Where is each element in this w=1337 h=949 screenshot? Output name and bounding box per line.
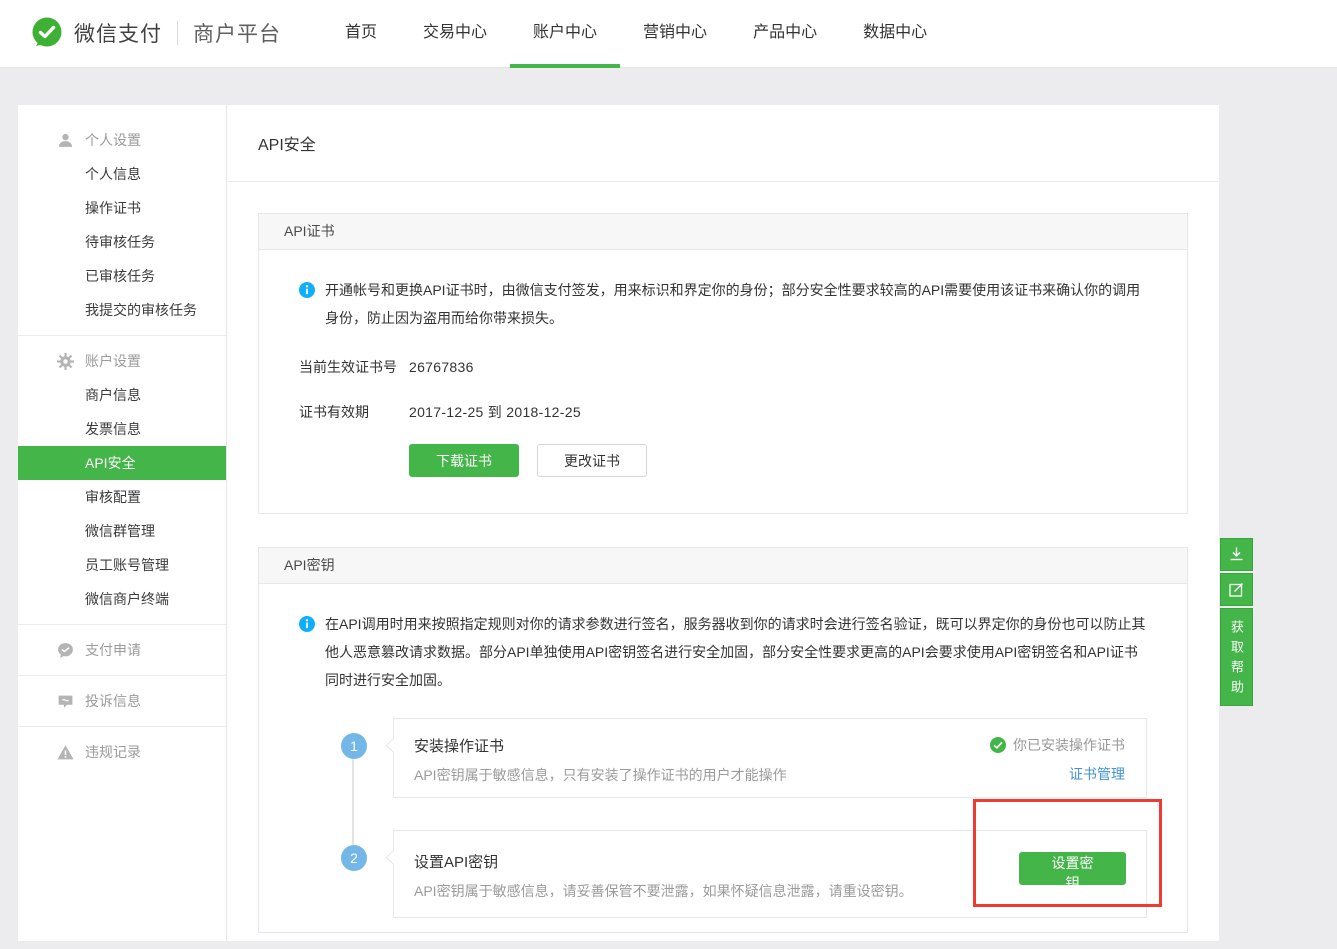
step-row-set-api-key: 2 设置API密钥 API密钥属于敏感信息，请妥善保管不要泄露，如果怀疑信息泄露… (299, 830, 1147, 918)
top-bar: 微信支付 商户平台 首页 交易中心 账户中心 营销中心 产品中心 数据中心 (0, 0, 1337, 68)
api-key-info-row: 在API调用时用来按照指定规则对你的请求参数进行签名，服务器收到你的请求时会进行… (299, 610, 1147, 694)
sidebar-section-account-settings: 账户设置 (18, 344, 226, 378)
sidebar-item-my-submitted-tasks[interactable]: 我提交的审核任务 (18, 293, 226, 327)
main-nav: 首页 交易中心 账户中心 营销中心 产品中心 数据中心 (322, 0, 950, 68)
nav-transaction-center[interactable]: 交易中心 (400, 0, 510, 68)
sidebar-section-label: 账户设置 (85, 351, 141, 371)
step-2-badge: 2 (341, 845, 367, 871)
change-certificate-button[interactable]: 更改证书 (537, 444, 647, 477)
step-1-badge: 1 (341, 733, 367, 759)
sidebar: 个人设置 个人信息 操作证书 待审核任务 已审核任务 我提交的审核任务 账户设置… (18, 105, 227, 941)
nav-marketing-center[interactable]: 营销中心 (620, 0, 730, 68)
info-icon (299, 616, 315, 632)
info-icon (299, 282, 315, 298)
api-key-info-text: 在API调用时用来按照指定规则对你的请求参数进行签名，服务器收到你的请求时会进行… (325, 610, 1147, 694)
sidebar-section-violation-record[interactable]: 违规记录 (18, 735, 226, 769)
api-key-panel-body: 在API调用时用来按照指定规则对你的请求参数进行签名，服务器收到你的请求时会进行… (259, 584, 1187, 932)
wechat-bubble-check-icon (57, 642, 74, 659)
download-icon (1228, 546, 1245, 563)
float-download-button[interactable] (1220, 538, 1253, 571)
brand-name: 微信支付 (74, 18, 162, 48)
step-1-box: 安装操作证书 API密钥属于敏感信息，只有安装了操作证书的用户才能操作 你已安装… (393, 718, 1147, 798)
certificate-number-label: 当前生效证书号 (299, 357, 409, 377)
sidebar-item-review-config[interactable]: 审核配置 (18, 480, 226, 514)
main-content: API安全 API证书 开通帐号和更换API证书时，由微信支付签发，用来标识和界… (228, 105, 1219, 941)
set-api-key-button[interactable]: 设置密钥 (1019, 852, 1126, 885)
certificate-number-row: 当前生效证书号 26767836 (299, 357, 1147, 377)
sidebar-item-wechat-group[interactable]: 微信群管理 (18, 514, 226, 548)
api-key-steps: 1 安装操作证书 API密钥属于敏感信息，只有安装了操作证书的用户才能操作 (299, 718, 1147, 918)
step-1-status-line: 你已安装操作证书 (990, 735, 1125, 755)
sidebar-item-staff-account[interactable]: 员工账号管理 (18, 548, 226, 582)
sidebar-item-merchant-info[interactable]: 商户信息 (18, 378, 226, 412)
sidebar-section-complaint-info[interactable]: 投诉信息 (18, 684, 226, 718)
sidebar-divider (18, 726, 226, 727)
brand-platform: 商户平台 (193, 18, 281, 48)
nav-account-center[interactable]: 账户中心 (510, 0, 620, 68)
check-circle-icon (990, 737, 1006, 753)
sidebar-section-payment-application[interactable]: 支付申请 (18, 633, 226, 667)
step-1-status-area: 你已安装操作证书 证书管理 (990, 735, 1125, 784)
sidebar-divider (18, 675, 226, 676)
step-row-install-cert: 1 安装操作证书 API密钥属于敏感信息，只有安装了操作证书的用户才能操作 (299, 718, 1147, 798)
download-certificate-button[interactable]: 下载证书 (409, 444, 519, 477)
step-2-box: 设置API密钥 API密钥属于敏感信息，请妥善保管不要泄露，如果怀疑信息泄露，请… (393, 830, 1147, 918)
certificate-management-link[interactable]: 证书管理 (1069, 764, 1125, 784)
sidebar-section-label: 个人设置 (85, 130, 141, 150)
wechat-pay-logo-icon (30, 16, 64, 50)
brand-logo[interactable]: 微信支付 商户平台 (30, 16, 281, 50)
certificate-number-value: 26767836 (409, 359, 474, 375)
comment-icon (57, 693, 74, 710)
page-title-row: API安全 (228, 105, 1219, 182)
api-key-panel: API密钥 在API调用时用来按照指定规则对你的请求参数进行签名，服务器收到你的… (258, 547, 1188, 933)
sidebar-item-api-security[interactable]: API安全 (18, 446, 226, 480)
sidebar-item-operation-cert[interactable]: 操作证书 (18, 191, 226, 225)
certificate-buttons-row: 下载证书 更改证书 (409, 444, 1147, 477)
gear-icon (57, 353, 74, 370)
api-key-panel-title: API密钥 (284, 557, 335, 573)
nav-home[interactable]: 首页 (322, 0, 400, 68)
content-container: 个人设置 个人信息 操作证书 待审核任务 已审核任务 我提交的审核任务 账户设置… (18, 105, 1219, 941)
sidebar-section-label: 投诉信息 (85, 691, 141, 711)
api-certificate-panel-title: API证书 (284, 223, 335, 239)
sidebar-item-pending-tasks[interactable]: 待审核任务 (18, 225, 226, 259)
sidebar-section-personal-settings: 个人设置 (18, 123, 226, 157)
sidebar-item-reviewed-tasks[interactable]: 已审核任务 (18, 259, 226, 293)
sidebar-divider (18, 335, 226, 336)
certificate-info-row: 开通帐号和更换API证书时，由微信支付签发，用来标识和界定你的身份；部分安全性要… (299, 276, 1147, 332)
nav-product-center[interactable]: 产品中心 (730, 0, 840, 68)
warning-triangle-icon (57, 744, 74, 761)
api-key-panel-header: API密钥 (259, 548, 1187, 584)
api-certificate-panel: API证书 开通帐号和更换API证书时，由微信支付签发，用来标识和界定你的身份；… (258, 213, 1188, 514)
step-1-status-text: 你已安装操作证书 (1013, 735, 1125, 755)
logo-divider (177, 21, 178, 45)
certificate-info-text: 开通帐号和更换API证书时，由微信支付签发，用来标识和界定你的身份；部分安全性要… (325, 276, 1147, 332)
certificate-validity-label: 证书有效期 (299, 402, 409, 422)
sidebar-divider (18, 624, 226, 625)
user-icon (57, 132, 74, 149)
page-title: API安全 (258, 131, 316, 155)
certificate-validity-value: 2017-12-25 到 2018-12-25 (409, 402, 581, 422)
sidebar-section-label: 支付申请 (85, 640, 141, 660)
get-help-label: 获取帮助 (1220, 614, 1253, 700)
edit-icon (1228, 581, 1245, 598)
api-certificate-panel-body: 开通帐号和更换API证书时，由微信支付签发，用来标识和界定你的身份；部分安全性要… (259, 250, 1187, 513)
sidebar-section-label: 违规记录 (85, 742, 141, 762)
sidebar-item-personal-info[interactable]: 个人信息 (18, 157, 226, 191)
sidebar-item-merchant-terminal[interactable]: 微信商户终端 (18, 582, 226, 616)
get-help-button[interactable]: 获取帮助 (1220, 608, 1253, 706)
sidebar-item-invoice-info[interactable]: 发票信息 (18, 412, 226, 446)
api-certificate-panel-header: API证书 (259, 214, 1187, 250)
nav-data-center[interactable]: 数据中心 (840, 0, 950, 68)
float-feedback-button[interactable] (1220, 573, 1253, 606)
certificate-validity-row: 证书有效期 2017-12-25 到 2018-12-25 (299, 402, 1147, 422)
